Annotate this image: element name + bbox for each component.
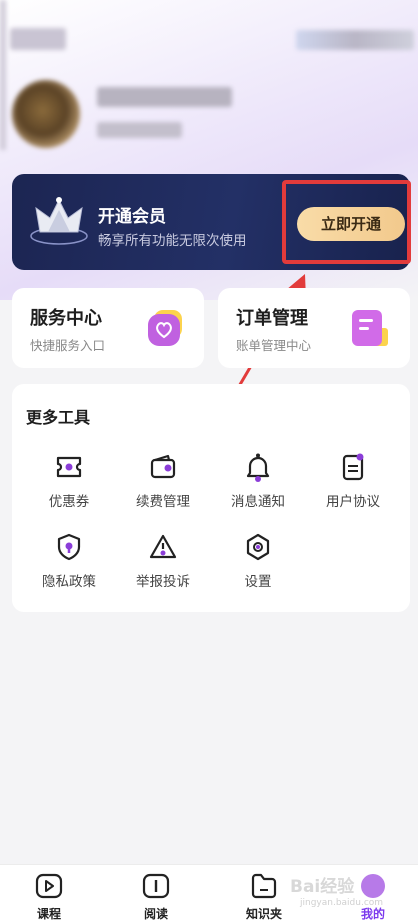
avatar[interactable] [12, 80, 80, 148]
crown-icon [30, 197, 88, 245]
tool-renewal[interactable]: 续费管理 [117, 452, 209, 510]
blurred-status-right [296, 30, 414, 50]
service-center-title: 服务中心 [30, 308, 102, 329]
blurred-status-left [10, 28, 66, 50]
folder-icon [251, 873, 277, 899]
tab-label: 阅读 [143, 907, 168, 921]
document-icon [342, 453, 364, 481]
tool-privacy-policy[interactable]: 隐私政策 [23, 532, 115, 590]
vip-subtitle: 畅享所有功能无限次使用 [98, 233, 247, 249]
tool-label: 消息通知 [231, 494, 285, 510]
tool-label: 优惠券 [48, 494, 90, 510]
tool-coupon[interactable]: 优惠券 [23, 452, 115, 510]
tool-label: 用户协议 [326, 494, 380, 510]
bill-icon [352, 310, 388, 346]
heart-chat-icon [148, 310, 182, 346]
blurred-edge [0, 0, 6, 150]
watermark-url: jingyan.baidu.com [300, 898, 384, 908]
read-icon [142, 873, 170, 899]
service-center-subtitle: 快捷服务入口 [30, 338, 106, 353]
warning-icon [149, 534, 177, 559]
profile-icon [361, 874, 385, 898]
tool-settings[interactable]: 设置 [212, 532, 304, 590]
order-management-title: 订单管理 [236, 308, 308, 329]
tab-courses[interactable]: 课程 [14, 873, 84, 922]
watermark: Bai经验 [290, 877, 355, 897]
tool-report[interactable]: 举报投诉 [117, 532, 209, 590]
wallet-icon [150, 454, 176, 479]
tab-label: 知识夹 [245, 907, 282, 921]
tab-label: 课程 [36, 907, 61, 921]
service-center-card[interactable]: 服务中心 快捷服务入口 [12, 288, 204, 368]
tab-knowledge-folder[interactable]: 知识夹 [229, 873, 299, 922]
tool-notifications[interactable]: 消息通知 [212, 452, 304, 510]
tool-label: 续费管理 [136, 494, 190, 510]
order-management-card[interactable]: 订单管理 账单管理中心 [218, 288, 410, 368]
blurred-username [97, 87, 232, 107]
tool-label: 隐私政策 [42, 574, 96, 590]
highlight-annotation [282, 180, 411, 264]
order-management-subtitle: 账单管理中心 [236, 338, 312, 353]
bell-icon [246, 453, 270, 482]
bottom-tab-bar: 课程 阅读 知识夹 我的 [0, 864, 418, 924]
play-icon [35, 873, 63, 899]
shield-icon [57, 533, 81, 561]
more-tools-title: 更多工具 [26, 408, 91, 427]
tool-label: 举报投诉 [136, 574, 190, 590]
tool-label: 设置 [244, 574, 272, 590]
coupon-icon [56, 456, 82, 478]
blurred-user-id [97, 122, 182, 138]
more-tools-card: 更多工具 优惠券 续费管理 消息通知 用户协议 隐私政策 举报投诉 设置 [12, 384, 410, 612]
vip-title: 开通会员 [98, 207, 166, 227]
tab-reading[interactable]: 阅读 [121, 873, 191, 922]
gear-icon [246, 533, 270, 561]
tool-user-agreement[interactable]: 用户协议 [307, 452, 399, 510]
